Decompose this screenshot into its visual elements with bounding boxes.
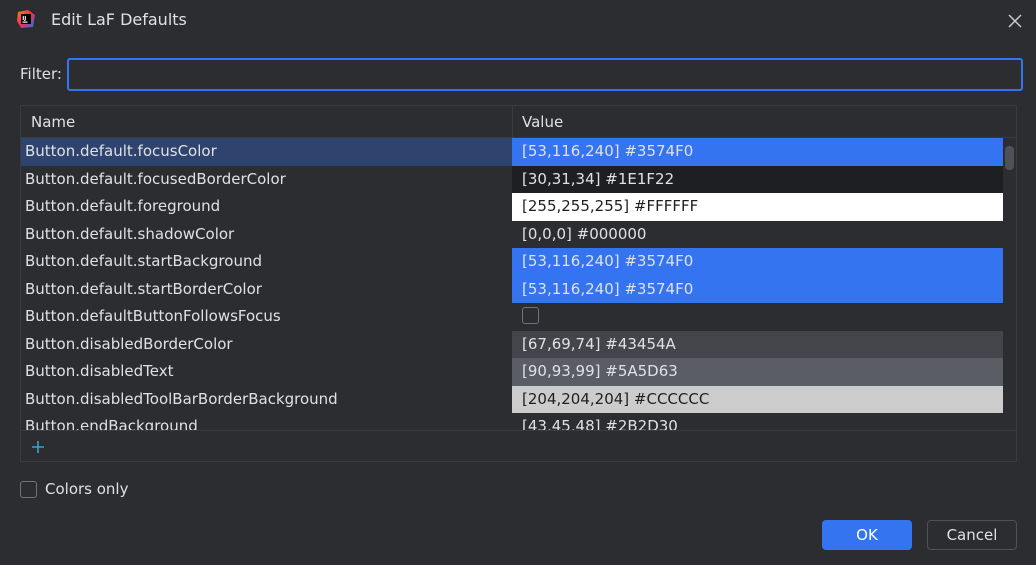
value-text: [204,204,204] #CCCCCC	[522, 389, 710, 408]
colors-only-label: Colors only	[45, 480, 129, 498]
name-text: Button.disabledToolBarBorderBackground	[25, 389, 338, 408]
boolean-checkbox[interactable]	[522, 307, 539, 324]
table-header: Name Value	[21, 106, 1016, 138]
name-text: Button.disabledBorderColor	[25, 334, 233, 353]
filter-label: Filter:	[20, 65, 62, 83]
name-cell[interactable]: Button.endBackground	[21, 413, 512, 430]
value-text: [43,45,48] #2B2D30	[522, 417, 678, 430]
name-cell[interactable]: Button.defaultButtonFollowsFocus	[21, 303, 512, 331]
value-text: [53,116,240] #3574F0	[522, 252, 694, 270]
ok-button[interactable]: OK	[822, 520, 912, 550]
checkbox-box[interactable]	[20, 481, 37, 498]
column-divider[interactable]	[512, 106, 513, 137]
value-text: [30,31,34] #1E1F22	[522, 169, 675, 188]
name-cell[interactable]: Button.disabledToolBarBorderBackground	[21, 386, 512, 414]
plus-icon	[32, 441, 44, 453]
name-cell[interactable]: Button.disabledBorderColor	[21, 331, 512, 359]
value-text: [53,116,240] #3574F0	[522, 279, 694, 298]
table-row[interactable]: Button.default.foreground [255,255,255] #…	[21, 193, 1016, 221]
table-row[interactable]: Button.disabledText [90,93,99] #5A5D63	[21, 358, 1016, 386]
value-cell[interactable]: [53,116,240] #3574F0	[512, 248, 1003, 276]
table-row[interactable]: Button.default.focusedBorderColor [30,31,…	[21, 165, 1016, 194]
value-cell[interactable]: [53,116,240] #3574F0	[512, 275, 1003, 303]
value-text: [67,69,74] #43454A	[522, 334, 676, 353]
name-text: Button.default.startBorderColor	[25, 279, 262, 298]
title-bar: IJ Edit LaF Defaults	[0, 0, 1036, 40]
value-cell[interactable]: [204,204,204] #CCCCCC	[512, 385, 1003, 413]
table-body: Button.default.focusColor [53,116,240] #3…	[21, 138, 1016, 430]
name-text: Button.disabledText	[25, 362, 174, 380]
value-text: [90,93,99] #5A5D63	[522, 362, 678, 380]
table-row[interactable]: Button.default.shadowColor [0,0,0] #00000…	[21, 220, 1016, 249]
name-text: Button.default.foreground	[25, 197, 221, 215]
name-text: Button.endBackground	[25, 417, 198, 430]
table-row[interactable]: Button.defaultButtonFollowsFocus	[21, 303, 1016, 331]
table-row[interactable]: Button.default.startBackground [53,116,24…	[21, 248, 1016, 276]
value-text: [0,0,0] #000000	[522, 224, 647, 243]
table-row[interactable]: Button.endBackground [43,45,48] #2B2D30	[21, 413, 1016, 430]
table-row[interactable]: Button.default.startBorderColor [53,116,2…	[21, 275, 1016, 304]
dialog-title: Edit LaF Defaults	[51, 10, 187, 29]
name-cell[interactable]: Button.default.startBorderColor	[21, 276, 512, 304]
value-cell[interactable]: [43,45,48] #2B2D30	[512, 413, 1003, 430]
filter-input[interactable]	[67, 58, 1023, 91]
value-cell[interactable]: [53,116,240] #3574F0	[512, 138, 1003, 166]
value-cell[interactable]: [0,0,0] #000000	[512, 220, 1003, 248]
cancel-button[interactable]: Cancel	[927, 520, 1017, 550]
name-text: Button.default.startBackground	[25, 252, 262, 270]
column-header-value[interactable]: Value	[522, 113, 563, 131]
name-text: Button.default.focusColor	[25, 142, 217, 160]
column-header-name[interactable]: Name	[31, 113, 75, 131]
name-text: Button.default.shadowColor	[25, 224, 235, 243]
svg-text:IJ: IJ	[22, 16, 26, 22]
name-text: Button.defaultButtonFollowsFocus	[25, 307, 281, 325]
laf-defaults-table: Name Value Button.default.focusColor [53,…	[20, 105, 1017, 462]
intellij-idea-icon: IJ	[16, 9, 36, 29]
value-cell[interactable]: [67,69,74] #43454A	[512, 330, 1003, 358]
table-row[interactable]: Button.disabledToolBarBorderBackground [2…	[21, 385, 1016, 414]
value-text: [53,116,240] #3574F0	[522, 142, 694, 160]
close-button[interactable]	[1000, 4, 1032, 36]
close-icon	[1008, 14, 1022, 28]
table-row[interactable]: Button.default.focusColor [53,116,240] #3…	[21, 138, 1016, 166]
name-cell[interactable]: Button.default.startBackground	[21, 248, 512, 276]
name-cell[interactable]: Button.default.foreground	[21, 193, 512, 221]
name-cell[interactable]: Button.disabledText	[21, 358, 512, 386]
value-cell[interactable]: [30,31,34] #1E1F22	[512, 165, 1003, 193]
name-cell[interactable]: Button.default.shadowColor	[21, 221, 512, 249]
value-text: [255,255,255] #FFFFFF	[522, 197, 699, 215]
value-cell[interactable]: [255,255,255] #FFFFFF	[512, 193, 1003, 221]
name-text: Button.default.focusedBorderColor	[25, 169, 286, 188]
value-cell[interactable]	[512, 303, 1003, 331]
add-button[interactable]	[29, 436, 47, 456]
name-cell[interactable]: Button.default.focusColor	[21, 138, 512, 166]
vertical-scrollbar[interactable]	[1005, 146, 1014, 170]
name-cell[interactable]: Button.default.focusedBorderColor	[21, 166, 512, 194]
table-toolbar	[21, 430, 1016, 461]
value-cell[interactable]: [90,93,99] #5A5D63	[512, 358, 1003, 386]
table-row[interactable]: Button.disabledBorderColor [67,69,74] #43…	[21, 330, 1016, 359]
